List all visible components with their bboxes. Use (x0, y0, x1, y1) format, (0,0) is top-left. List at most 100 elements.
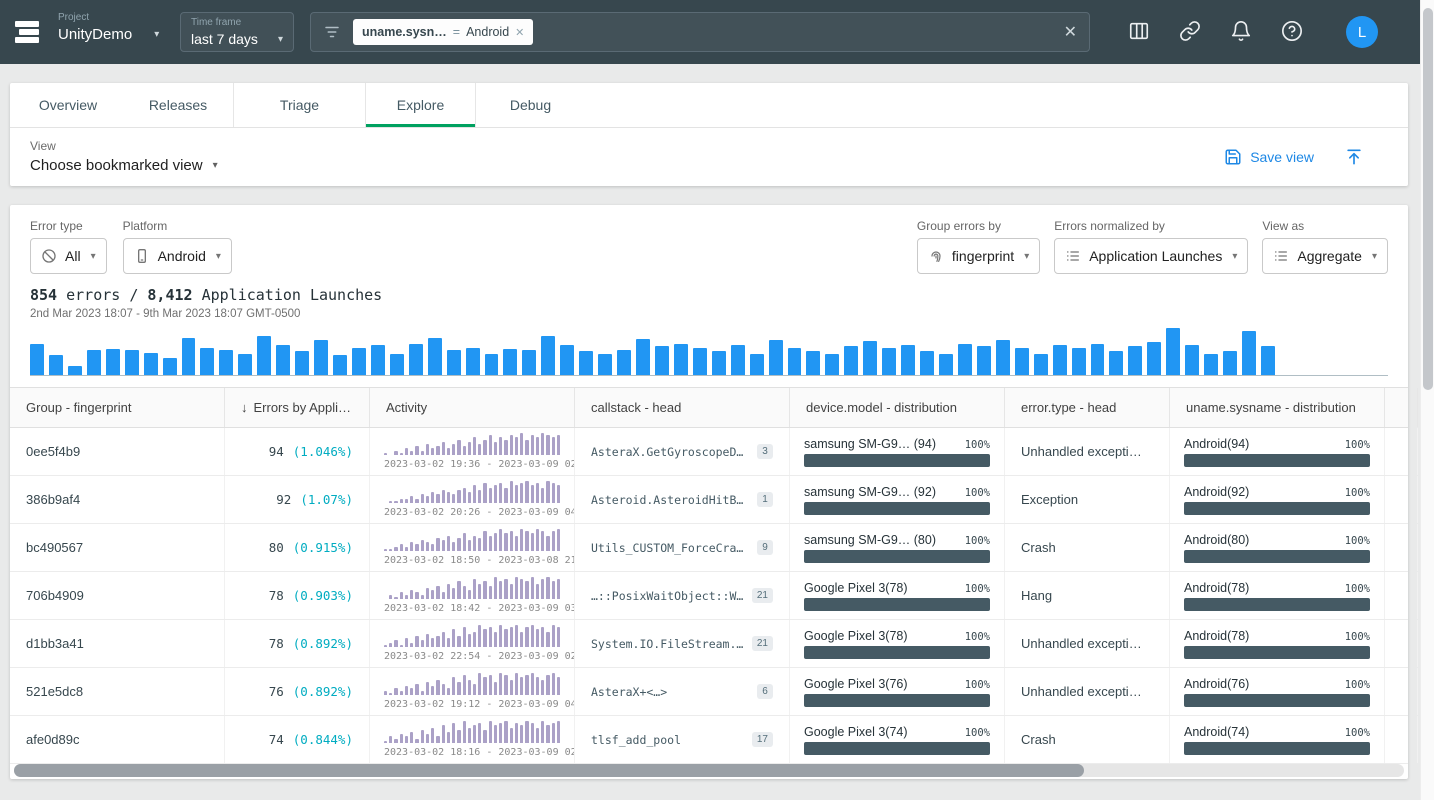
tab-triage[interactable]: Triage (233, 83, 365, 127)
error-type-value: Unhandled excepti… (1021, 684, 1142, 699)
filter-chip-remove-icon[interactable]: ✕ (515, 26, 524, 39)
cell-fingerprint[interactable]: d1bb3a41 (10, 620, 225, 667)
table-row[interactable]: 521e5dc8 76(0.892%) 2023-03-02 19:12 - 2… (10, 668, 1408, 716)
activity-sparkline (384, 577, 560, 599)
callstack-count-badge[interactable]: 9 (757, 540, 773, 555)
error-type-value: Unhandled excepti… (1021, 636, 1142, 651)
cell-fingerprint[interactable]: afe0d89c (10, 716, 225, 763)
view-bar: View Choose bookmarked view ▾ Save view (10, 128, 1408, 185)
cell-errors: 76(0.892%) (225, 668, 370, 715)
save-view-label: Save view (1250, 149, 1314, 165)
tab-explore[interactable]: Explore (365, 83, 475, 127)
platform-label: Platform (123, 219, 232, 233)
table-row[interactable]: d1bb3a41 78(0.892%) 2023-03-02 22:54 - 2… (10, 620, 1408, 668)
device-model-bar (804, 550, 990, 563)
tab-debug[interactable]: Debug (475, 83, 585, 127)
error-type-label: Error type (30, 219, 107, 233)
callstack-count-badge[interactable]: 17 (752, 732, 773, 747)
callstack-count-badge[interactable]: 21 (752, 588, 773, 603)
errors-histogram[interactable] (30, 328, 1388, 376)
col-header-callstack[interactable]: callstack - head (575, 388, 790, 427)
cell-fingerprint[interactable]: 521e5dc8 (10, 668, 225, 715)
col-header-device-model[interactable]: device.model - distribution (790, 388, 1005, 427)
backtrace-logo-icon[interactable] (14, 19, 40, 45)
chevron-down-icon: ▾ (154, 29, 159, 40)
view-as-select[interactable]: Aggregate ▾ (1262, 238, 1388, 274)
device-model-bar (804, 502, 990, 515)
link-icon[interactable] (1179, 20, 1201, 42)
errors-suffix: errors / (66, 286, 138, 304)
platform-select[interactable]: Android ▾ (123, 238, 232, 274)
launches-count: 8,412 (147, 286, 192, 304)
callstack-count-badge[interactable]: 6 (757, 684, 773, 699)
col-header-errors[interactable]: ↓Errors by Appli… (225, 388, 370, 427)
notifications-bell-icon[interactable] (1230, 20, 1252, 42)
scroll-to-top-icon[interactable] (1344, 147, 1364, 167)
user-avatar[interactable]: L (1346, 16, 1378, 48)
callstack-count-badge[interactable]: 21 (752, 636, 773, 651)
horizontal-scrollbar[interactable] (14, 764, 1404, 777)
vertical-scrollbar-thumb[interactable] (1423, 8, 1433, 390)
tabs-card: Overview Releases Triage Explore Debug V… (10, 83, 1408, 186)
uname-bar (1184, 598, 1370, 611)
error-type-value: Crash (1021, 732, 1056, 747)
fingerprint-value: 706b4909 (26, 588, 84, 603)
col-header-overflow (1385, 388, 1418, 427)
error-type-select[interactable]: All ▾ (30, 238, 107, 274)
col-header-activity[interactable]: Activity (370, 388, 575, 427)
uname-label: Android(92) (1184, 485, 1249, 499)
normalized-by-select[interactable]: Application Launches ▾ (1054, 238, 1248, 274)
horizontal-scrollbar-thumb[interactable] (14, 764, 1084, 777)
filter-chip[interactable]: uname.sysn… = Android ✕ (353, 19, 533, 45)
callstack-count-badge[interactable]: 1 (757, 492, 773, 507)
errors-percent: (0.892%) (293, 636, 353, 651)
chevron-down-icon: ▾ (216, 251, 221, 262)
project-selector[interactable]: Project UnityDemo ▾ (58, 12, 159, 43)
activity-range: 2023-03-02 18:42 - 2023-03-09 03:26 (384, 603, 560, 614)
cell-fingerprint[interactable]: 386b9af4 (10, 476, 225, 523)
bookmarked-view-selector[interactable]: Choose bookmarked view ▾ (30, 157, 218, 174)
callstack-frame: System.IO.FileStream._… (591, 637, 744, 651)
device-model-label: Google Pixel 3(78) (804, 629, 908, 643)
col-header-uname[interactable]: uname.sysname - distribution (1170, 388, 1385, 427)
top-bar: Project UnityDemo ▾ Time frame last 7 da… (0, 0, 1420, 64)
group-by-select[interactable]: fingerprint ▾ (917, 238, 1040, 274)
table-row[interactable]: bc490567 80(0.915%) 2023-03-02 18:50 - 2… (10, 524, 1408, 572)
tab-overview-label: Overview (39, 97, 97, 113)
cell-fingerprint[interactable]: 0ee5f4b9 (10, 428, 225, 475)
main-nav-tabs: Overview Releases Triage Explore Debug (10, 83, 1408, 128)
activity-range: 2023-03-02 22:54 - 2023-03-09 02:23 (384, 651, 560, 662)
explore-card: Error type All ▾ Platform (10, 205, 1408, 779)
normalized-by-label: Errors normalized by (1054, 219, 1248, 233)
table-row[interactable]: afe0d89c 74(0.844%) 2023-03-02 18:16 - 2… (10, 716, 1408, 764)
callstack-count-badge[interactable]: 3 (757, 444, 773, 459)
error-type-value: Hang (1021, 588, 1052, 603)
query-filter-bar[interactable]: uname.sysn… = Android ✕ ✕ (310, 12, 1090, 52)
cell-fingerprint[interactable]: 706b4909 (10, 572, 225, 619)
table-row[interactable]: 706b4909 78(0.903%) 2023-03-02 18:42 - 2… (10, 572, 1408, 620)
col-header-fingerprint[interactable]: Group - fingerprint (10, 388, 225, 427)
help-icon[interactable] (1281, 20, 1303, 42)
callstack-frame: …::PosixWaitObject::Wa… (591, 589, 744, 603)
cell-uname: Android(78)100% (1170, 572, 1385, 619)
table-row[interactable]: 0ee5f4b9 94(1.046%) 2023-03-02 19:36 - 2… (10, 428, 1408, 476)
cell-activity: 2023-03-02 19:36 - 2023-03-09 02:34 (370, 428, 575, 475)
save-view-button[interactable]: Save view (1224, 148, 1314, 166)
activity-sparkline (384, 673, 560, 695)
clear-filters-icon[interactable]: ✕ (1064, 22, 1077, 42)
cell-overflow (1385, 668, 1418, 715)
bookmarked-view-value: Choose bookmarked view (30, 157, 203, 174)
callstack-frame: tlsf_add_pool (591, 733, 744, 747)
vertical-scrollbar[interactable] (1420, 0, 1434, 800)
uname-label: Android(74) (1184, 725, 1249, 739)
fingerprint-value: 0ee5f4b9 (26, 444, 80, 459)
cell-fingerprint[interactable]: bc490567 (10, 524, 225, 571)
table-row[interactable]: 386b9af4 92(1.07%) 2023-03-02 20:26 - 20… (10, 476, 1408, 524)
col-header-error-type[interactable]: error.type - head (1005, 388, 1170, 427)
layout-columns-icon[interactable] (1128, 20, 1150, 42)
tab-releases-label: Releases (149, 97, 207, 113)
uname-label: Android(76) (1184, 677, 1249, 691)
tab-overview[interactable]: Overview (13, 83, 123, 127)
tab-releases[interactable]: Releases (123, 83, 233, 127)
timeframe-selector[interactable]: Time frame last 7 days ▾ (180, 12, 294, 52)
